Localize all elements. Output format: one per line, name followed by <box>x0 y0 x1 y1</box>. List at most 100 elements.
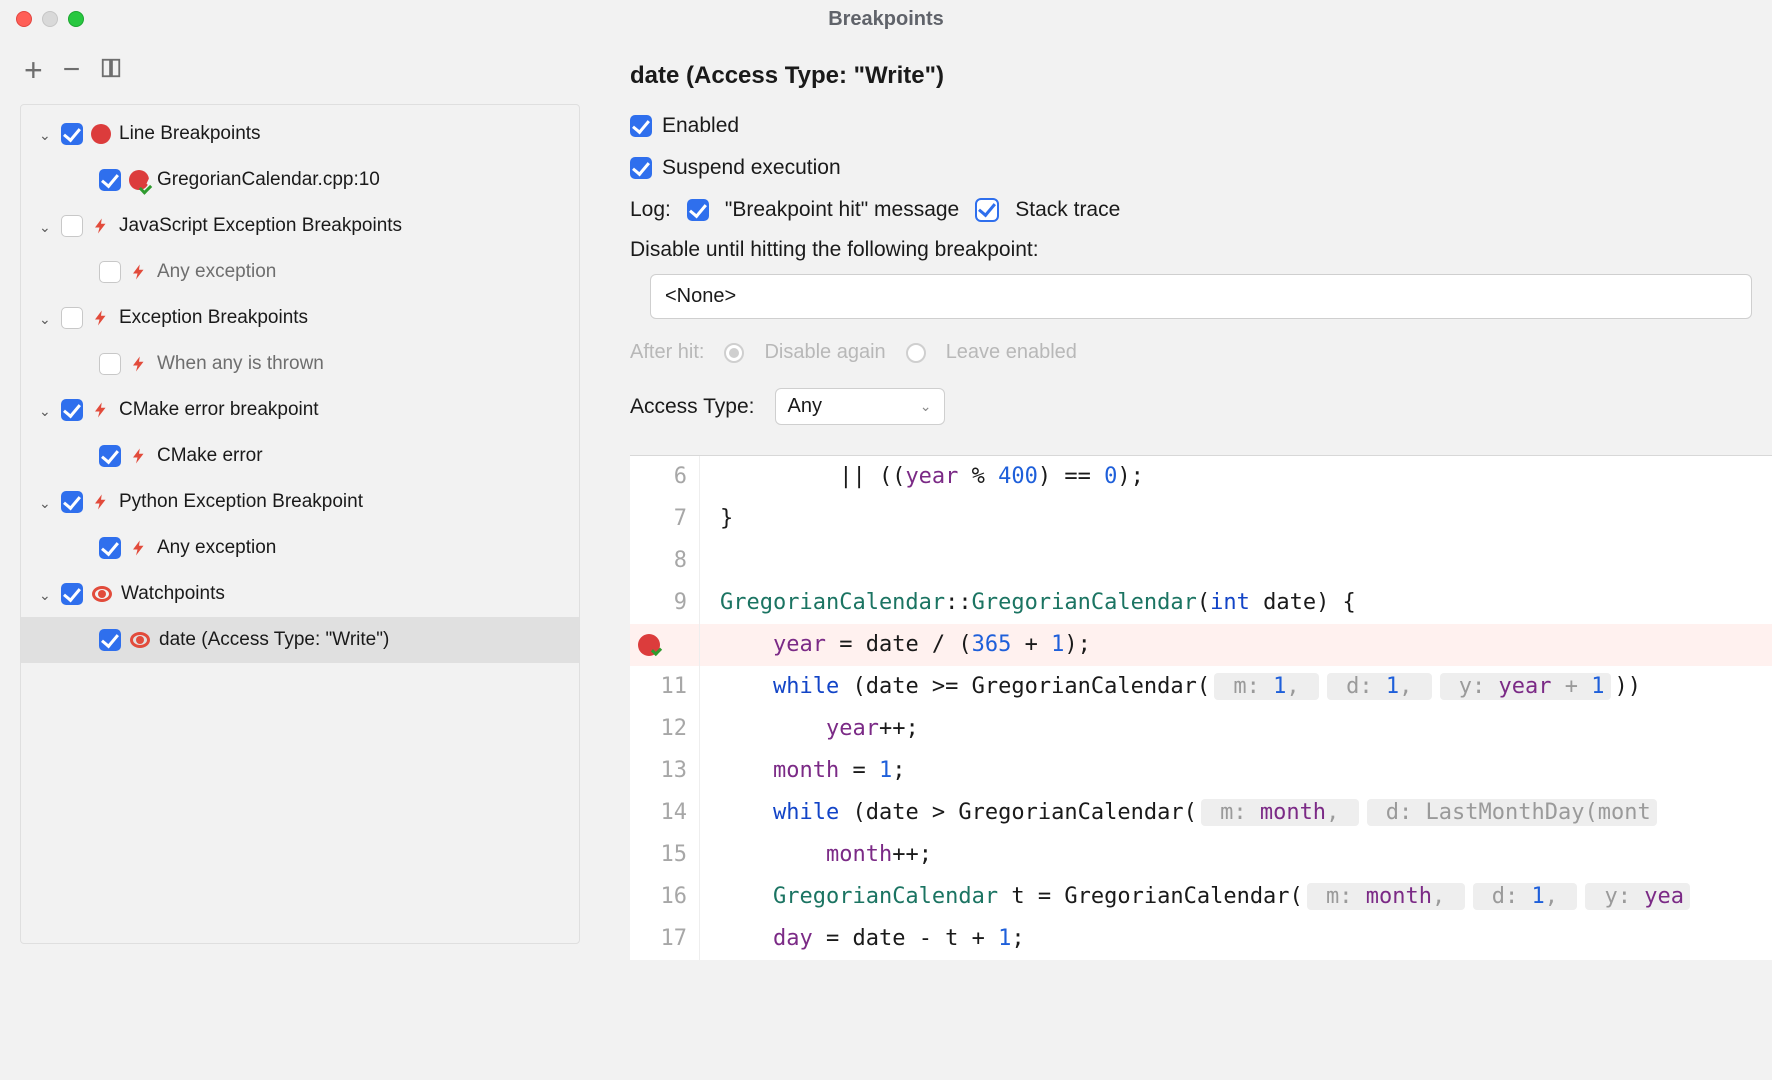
param-hint: d: LastMonthDay(mont <box>1367 799 1657 826</box>
param-hint: m: month, <box>1307 883 1465 910</box>
enabled-label: Enabled <box>662 114 739 138</box>
tree-item[interactable]: Any exception <box>21 525 579 571</box>
code-text: while (date > GregorianCalendar( m: mont… <box>700 792 1661 834</box>
chevron-down-icon[interactable] <box>39 587 53 604</box>
exception-bolt-icon <box>91 400 111 420</box>
after-hit-disable-label: Disable again <box>764 341 885 364</box>
tree-group-label: JavaScript Exception Breakpoints <box>119 215 402 237</box>
chevron-down-icon[interactable] <box>39 495 53 512</box>
param-hint: y: year + 1 <box>1440 673 1611 700</box>
suspend-checkbox[interactable] <box>630 157 652 179</box>
line-number: 9 <box>630 582 700 624</box>
line-number: 13 <box>630 750 700 792</box>
access-type-value: Any <box>788 395 822 418</box>
code-text: GregorianCalendar::GregorianCalendar(int… <box>700 582 1356 624</box>
group-checkbox[interactable] <box>61 583 83 605</box>
remove-breakpoint-button[interactable] <box>63 53 81 83</box>
chevron-down-icon[interactable] <box>39 219 53 236</box>
group-checkbox[interactable] <box>61 491 83 513</box>
access-type-row: Access Type: Any ⌄ <box>630 388 1772 425</box>
group-checkbox[interactable] <box>61 123 83 145</box>
chevron-down-icon[interactable] <box>39 127 53 144</box>
code-line: 9 GregorianCalendar::GregorianCalendar(i… <box>630 582 1772 624</box>
tree-group-label: Python Exception Breakpoint <box>119 491 363 513</box>
group-checkbox[interactable] <box>61 307 83 329</box>
line-number: 11 <box>630 666 700 708</box>
tree-item[interactable]: CMake error <box>21 433 579 479</box>
code-text: || ((year % 400) == 0); <box>700 456 1144 498</box>
enabled-option: Enabled <box>630 114 1772 138</box>
line-number: 8 <box>630 540 700 582</box>
tree-item[interactable]: Any exception <box>21 249 579 295</box>
stack-trace-checkbox[interactable] <box>975 198 999 222</box>
access-type-label: Access Type: <box>630 395 755 419</box>
exception-bolt-icon <box>129 262 149 282</box>
item-checkbox[interactable] <box>99 169 121 191</box>
code-line: 17 day = date - t + 1; <box>630 918 1772 960</box>
log-label: Log: <box>630 198 671 222</box>
code-text: day = date - t + 1; <box>700 918 1025 960</box>
window-title: Breakpoints <box>0 8 1772 31</box>
tree-item[interactable]: When any is thrown <box>21 341 579 387</box>
tree-item-selected[interactable]: date (Access Type: "Write") <box>21 617 579 663</box>
line-number: 6 <box>630 456 700 498</box>
tree-group-cmake[interactable]: CMake error breakpoint <box>21 387 579 433</box>
tree-group-line-breakpoints[interactable]: Line Breakpoints <box>21 111 579 157</box>
tree-group-python[interactable]: Python Exception Breakpoint <box>21 479 579 525</box>
tree-group-watchpoints[interactable]: Watchpoints <box>21 571 579 617</box>
enabled-checkbox[interactable] <box>630 115 652 137</box>
item-checkbox[interactable] <box>99 353 121 375</box>
line-number: 14 <box>630 792 700 834</box>
code-line: 15 month++; <box>630 834 1772 876</box>
param-hint: d: 1, <box>1473 883 1578 910</box>
item-checkbox[interactable] <box>99 445 121 467</box>
log-hit-checkbox[interactable] <box>687 199 709 221</box>
code-line: 7 } <box>630 498 1772 540</box>
tree-group-js-exception[interactable]: JavaScript Exception Breakpoints <box>21 203 579 249</box>
group-by-button[interactable] <box>100 57 122 79</box>
breakpoint-verified-icon <box>129 170 149 190</box>
code-line: 11 while (date >= GregorianCalendar( m: … <box>630 666 1772 708</box>
code-text: year++; <box>700 708 919 750</box>
breakpoint-gutter-icon[interactable] <box>630 624 700 666</box>
param-hint: y: yea <box>1585 883 1690 910</box>
tree-item-label: Any exception <box>157 537 276 559</box>
exception-bolt-icon <box>129 354 149 374</box>
code-text: while (date >= GregorianCalendar( m: 1, … <box>700 666 1641 708</box>
tree-group-exception[interactable]: Exception Breakpoints <box>21 295 579 341</box>
exception-bolt-icon <box>129 446 149 466</box>
code-line: 14 while (date > GregorianCalendar( m: m… <box>630 792 1772 834</box>
tree-item-label: GregorianCalendar.cpp:10 <box>157 169 380 191</box>
chevron-down-icon[interactable] <box>39 311 53 328</box>
access-type-dropdown[interactable]: Any ⌄ <box>775 388 945 425</box>
group-checkbox[interactable] <box>61 399 83 421</box>
tree-item-label: When any is thrown <box>157 353 324 375</box>
details-title: date (Access Type: "Write") <box>630 62 1772 90</box>
tree-group-label: CMake error breakpoint <box>119 399 319 421</box>
breakpoint-tree: Line Breakpoints GregorianCalendar.cpp:1… <box>20 104 580 944</box>
tree-item[interactable]: GregorianCalendar.cpp:10 <box>21 157 579 203</box>
item-checkbox[interactable] <box>99 537 121 559</box>
line-number: 16 <box>630 876 700 918</box>
code-preview: 6 || ((year % 400) == 0); 7 } 8 9 Gregor… <box>630 455 1772 960</box>
group-checkbox[interactable] <box>61 215 83 237</box>
minimize-window-button[interactable] <box>42 11 58 27</box>
param-hint: m: month, <box>1201 799 1359 826</box>
line-number: 12 <box>630 708 700 750</box>
item-checkbox[interactable] <box>99 261 121 283</box>
param-hint: d: 1, <box>1327 673 1432 700</box>
zoom-window-button[interactable] <box>68 11 84 27</box>
disable-until-select[interactable]: <None> <box>650 274 1752 319</box>
add-breakpoint-button[interactable] <box>24 52 43 84</box>
code-text <box>700 540 720 582</box>
close-window-button[interactable] <box>16 11 32 27</box>
chevron-down-icon[interactable] <box>39 403 53 420</box>
code-line: 6 || ((year % 400) == 0); <box>630 456 1772 498</box>
disable-until-label: Disable until hitting the following brea… <box>630 238 1772 262</box>
exception-bolt-icon <box>91 492 111 512</box>
after-hit-disable-radio <box>724 343 744 363</box>
code-line: 16 GregorianCalendar t = GregorianCalend… <box>630 876 1772 918</box>
exception-bolt-icon <box>91 308 111 328</box>
item-checkbox[interactable] <box>99 629 121 651</box>
titlebar: Breakpoints <box>0 0 1772 38</box>
